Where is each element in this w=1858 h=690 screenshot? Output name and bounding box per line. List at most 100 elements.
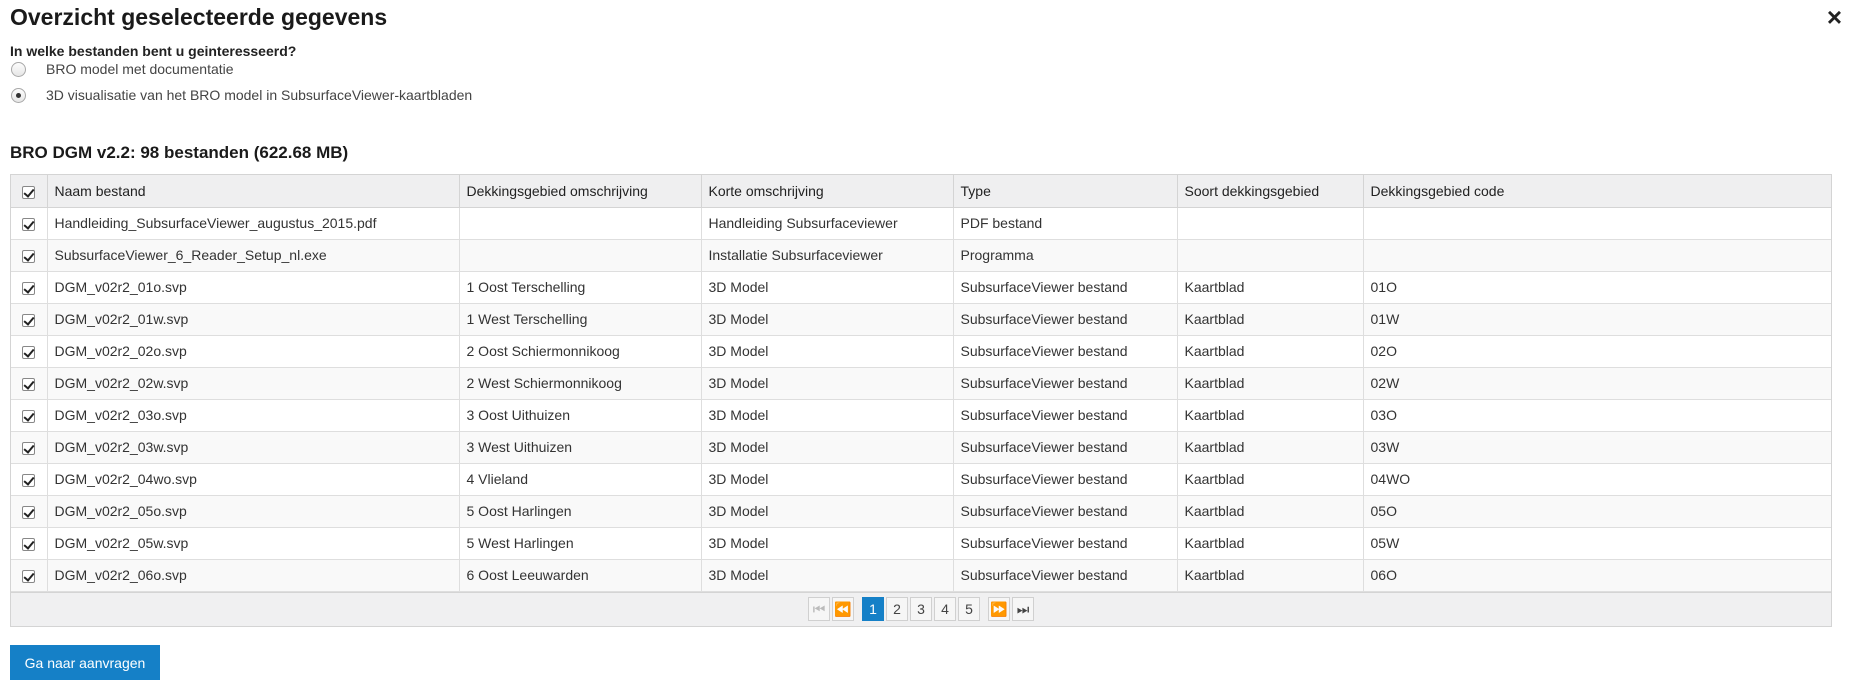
- short-description-cell: 3D Model: [701, 527, 954, 560]
- coverage-code-cell: 06O: [1363, 559, 1831, 592]
- page-button-5[interactable]: 5: [958, 597, 980, 621]
- short-description-cell: Installatie Subsurfaceviewer: [701, 239, 954, 272]
- row-checkbox[interactable]: [22, 217, 36, 231]
- row-select-cell[interactable]: [11, 207, 48, 240]
- page-button-2[interactable]: 2: [886, 597, 908, 621]
- previous-page-icon[interactable]: ⏪: [832, 597, 854, 621]
- column-header-type[interactable]: Type: [953, 175, 1178, 208]
- type-cell: SubsurfaceViewer bestand: [953, 271, 1178, 304]
- row-checkbox[interactable]: [22, 473, 36, 487]
- row-checkbox[interactable]: [22, 441, 36, 455]
- table-row[interactable]: Handleiding_SubsurfaceViewer_augustus_20…: [11, 207, 1831, 240]
- row-checkbox[interactable]: [22, 249, 36, 263]
- radio-button-3d-visualisation[interactable]: [11, 87, 26, 103]
- coverage-kind-cell: Kaartblad: [1177, 271, 1364, 304]
- column-header-korte-omschrijving[interactable]: Korte omschrijving: [701, 175, 954, 208]
- table-row[interactable]: DGM_v02r2_03w.svp 3 West Uithuizen 3D Mode…: [11, 431, 1831, 464]
- type-cell: SubsurfaceViewer bestand: [953, 303, 1178, 336]
- radio-option-3d-visualisation[interactable]: 3D visualisatie van het BRO model in Sub…: [11, 87, 472, 103]
- table-row[interactable]: DGM_v02r2_05o.svp 5 Oost Harlingen 3D Mode…: [11, 495, 1831, 528]
- coverage-description-cell: 3 Oost Uithuizen: [459, 399, 702, 432]
- type-cell: SubsurfaceViewer bestand: [953, 527, 1178, 560]
- select-all-checkbox[interactable]: [22, 185, 36, 199]
- coverage-description-cell: 6 Oost Leeuwarden: [459, 559, 702, 592]
- coverage-code-cell: 03W: [1363, 431, 1831, 464]
- column-header-soort-dekkingsgebied[interactable]: Soort dekkingsgebied: [1177, 175, 1364, 208]
- table-row[interactable]: SubsurfaceViewer_6_Reader_Setup_nl.exe In…: [11, 239, 1831, 272]
- first-page-icon[interactable]: ⏮: [808, 597, 830, 621]
- row-checkbox[interactable]: [22, 505, 36, 519]
- table-row[interactable]: DGM_v02r2_05w.svp 5 West Harlingen 3D Mode…: [11, 527, 1831, 560]
- coverage-kind-cell: Kaartblad: [1177, 431, 1364, 464]
- type-cell: Programma: [953, 239, 1178, 272]
- short-description-cell: 3D Model: [701, 431, 954, 464]
- file-name-cell: DGM_v02r2_02w.svp: [47, 367, 460, 400]
- column-header-dekkingsgebied-omschrijving[interactable]: Dekkingsgebied omschrijving: [459, 175, 702, 208]
- row-select-cell[interactable]: [11, 399, 48, 432]
- radio-option-documentation[interactable]: BRO model met documentatie: [11, 61, 234, 77]
- row-checkbox[interactable]: [22, 313, 36, 327]
- pager: ⏮ ⏪ 1 2 3 4 5 ⏩ ⏭: [11, 591, 1831, 626]
- short-description-cell: 3D Model: [701, 367, 954, 400]
- coverage-kind-cell: [1177, 207, 1364, 240]
- row-checkbox[interactable]: [22, 377, 36, 391]
- short-description-cell: Handleiding Subsurfaceviewer: [701, 207, 954, 240]
- type-cell: SubsurfaceViewer bestand: [953, 559, 1178, 592]
- row-select-cell[interactable]: [11, 463, 48, 496]
- short-description-cell: 3D Model: [701, 559, 954, 592]
- next-page-icon[interactable]: ⏩: [988, 597, 1010, 621]
- table-row[interactable]: DGM_v02r2_02w.svp 2 West Schiermonnikoog 3…: [11, 367, 1831, 400]
- page-button-4[interactable]: 4: [934, 597, 956, 621]
- coverage-description-cell: 2 West Schiermonnikoog: [459, 367, 702, 400]
- coverage-description-cell: 4 Vlieland: [459, 463, 702, 496]
- row-select-cell[interactable]: [11, 495, 48, 528]
- select-all-cell[interactable]: [11, 175, 48, 208]
- row-select-cell[interactable]: [11, 367, 48, 400]
- request-button[interactable]: Ga naar aanvragen: [10, 645, 160, 680]
- row-checkbox[interactable]: [22, 409, 36, 423]
- short-description-cell: 3D Model: [701, 335, 954, 368]
- table-row[interactable]: DGM_v02r2_04wo.svp 4 Vlieland 3D Model Subs…: [11, 463, 1831, 496]
- radio-button-documentation[interactable]: [11, 61, 26, 77]
- coverage-code-cell: 04WO: [1363, 463, 1831, 496]
- row-checkbox[interactable]: [22, 569, 36, 583]
- coverage-code-cell: 02O: [1363, 335, 1831, 368]
- coverage-description-cell: [459, 207, 702, 240]
- table-row[interactable]: DGM_v02r2_06o.svp 6 Oost Leeuwarden 3D Mod…: [11, 559, 1831, 592]
- row-checkbox[interactable]: [22, 345, 36, 359]
- row-select-cell[interactable]: [11, 239, 48, 272]
- type-cell: SubsurfaceViewer bestand: [953, 495, 1178, 528]
- coverage-kind-cell: Kaartblad: [1177, 463, 1364, 496]
- page-button-3[interactable]: 3: [910, 597, 932, 621]
- coverage-code-cell: [1363, 207, 1831, 240]
- row-select-cell[interactable]: [11, 303, 48, 336]
- table-row[interactable]: DGM_v02r2_03o.svp 3 Oost Uithuizen 3D Mode…: [11, 399, 1831, 432]
- row-select-cell[interactable]: [11, 527, 48, 560]
- file-name-cell: DGM_v02r2_05o.svp: [47, 495, 460, 528]
- file-name-cell: DGM_v02r2_05w.svp: [47, 527, 460, 560]
- row-checkbox[interactable]: [22, 537, 36, 551]
- row-select-cell[interactable]: [11, 431, 48, 464]
- table-row[interactable]: DGM_v02r2_02o.svp 2 Oost Schiermonnikoog 3…: [11, 335, 1831, 368]
- column-header-naam-bestand[interactable]: Naam bestand: [47, 175, 460, 208]
- type-cell: SubsurfaceViewer bestand: [953, 463, 1178, 496]
- short-description-cell: 3D Model: [701, 271, 954, 304]
- coverage-description-cell: 3 West Uithuizen: [459, 431, 702, 464]
- table-row[interactable]: DGM_v02r2_01o.svp 1 Oost Terschelling 3D M…: [11, 271, 1831, 304]
- type-cell: PDF bestand: [953, 207, 1178, 240]
- coverage-code-cell: 03O: [1363, 399, 1831, 432]
- coverage-code-cell: 01O: [1363, 271, 1831, 304]
- page-button-1[interactable]: 1: [862, 597, 884, 621]
- type-cell: SubsurfaceViewer bestand: [953, 367, 1178, 400]
- type-cell: SubsurfaceViewer bestand: [953, 431, 1178, 464]
- row-select-cell[interactable]: [11, 271, 48, 304]
- row-select-cell[interactable]: [11, 335, 48, 368]
- close-icon[interactable]: ×: [1827, 4, 1842, 30]
- column-header-dekkingsgebied-code[interactable]: Dekkingsgebied code: [1363, 175, 1831, 208]
- row-checkbox[interactable]: [22, 281, 36, 295]
- last-page-icon[interactable]: ⏭: [1012, 597, 1034, 621]
- coverage-code-cell: 05O: [1363, 495, 1831, 528]
- row-select-cell[interactable]: [11, 559, 48, 592]
- table-row[interactable]: DGM_v02r2_01w.svp 1 West Terschelling 3D M…: [11, 303, 1831, 336]
- coverage-description-cell: 1 West Terschelling: [459, 303, 702, 336]
